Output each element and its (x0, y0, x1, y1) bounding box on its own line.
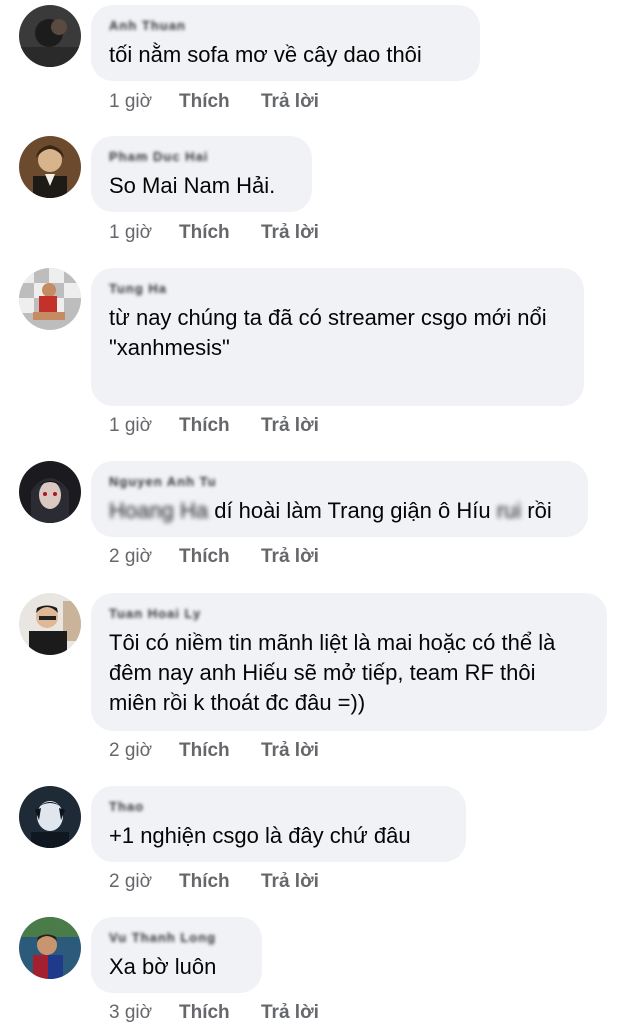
like-button[interactable]: Thích (179, 546, 261, 568)
like-button[interactable]: Thích (179, 740, 261, 762)
like-button[interactable]: Thích (179, 415, 261, 437)
comment-bubble: Nguyen Anh Tu Hoang Ha dí hoài làm Trang… (91, 461, 588, 537)
reply-button[interactable]: Trả lời (261, 1002, 319, 1024)
comment-text-part: rồi (527, 498, 552, 523)
commenter-name[interactable]: Anh Thuan (109, 18, 186, 34)
comment-actions: 1 giờ Thích Trả lời (109, 91, 319, 115)
comment-actions: 1 giờ Thích Trả lời (109, 415, 319, 439)
commenter-name[interactable]: Tung Ha (109, 281, 167, 297)
comment-time[interactable]: 1 giờ (109, 222, 179, 244)
comment-actions: 2 giờ Thích Trả lời (109, 871, 319, 895)
avatar[interactable] (19, 786, 81, 848)
reply-button[interactable]: Trả lời (261, 222, 319, 244)
comment-bubble: Thao +1 nghiện csgo là đây chứ đâu (91, 786, 466, 862)
comment-bubble: Tuan Hoai Ly Tôi có niềm tin mãnh liệt l… (91, 593, 607, 731)
comment-time[interactable]: 1 giờ (109, 415, 179, 437)
user-avatar-icon (19, 786, 81, 848)
comment-time[interactable]: 3 giờ (109, 1002, 179, 1024)
comment-text: Hoang Ha dí hoài làm Trang giận ô Híu ru… (109, 496, 570, 526)
avatar[interactable] (19, 917, 81, 979)
like-button[interactable]: Thích (179, 91, 261, 113)
like-button[interactable]: Thích (179, 871, 261, 893)
comment-actions: 2 giờ Thích Trả lời (109, 740, 319, 764)
comment-bubble: Pham Duc Hai So Mai Nam Hải. (91, 136, 312, 212)
comment-text: Xa bờ luôn (109, 954, 217, 979)
commenter-name[interactable]: Pham Duc Hai (109, 149, 208, 165)
comment-time[interactable]: 2 giờ (109, 740, 179, 762)
commenter-name[interactable]: Thao (109, 799, 144, 815)
comment-bubble: Anh Thuan tối nằm sofa mơ về cây dao thô… (91, 5, 480, 81)
reply-button[interactable]: Trả lời (261, 415, 319, 437)
like-button[interactable]: Thích (179, 1002, 261, 1024)
commenter-name[interactable]: Vu Thanh Long (109, 930, 216, 946)
reply-button[interactable]: Trả lời (261, 740, 319, 762)
user-avatar-icon (19, 593, 81, 655)
comment-actions: 1 giờ Thích Trả lời (109, 222, 319, 246)
reply-button[interactable]: Trả lời (261, 546, 319, 568)
user-avatar-icon (19, 5, 81, 67)
user-avatar-icon (19, 917, 81, 979)
comment-text: từ nay chúng ta đã có streamer csgo mới … (109, 305, 547, 360)
reply-button[interactable]: Trả lời (261, 91, 319, 113)
user-avatar-icon (19, 268, 81, 330)
comment-bubble: Vu Thanh Long Xa bờ luôn (91, 917, 262, 993)
comment-time[interactable]: 2 giờ (109, 871, 179, 893)
like-button[interactable]: Thích (179, 222, 261, 244)
tagged-name[interactable]: Hoang Ha (109, 498, 208, 523)
user-avatar-icon (19, 136, 81, 198)
comment-time[interactable]: 2 giờ (109, 546, 179, 568)
avatar[interactable] (19, 593, 81, 655)
avatar[interactable] (19, 136, 81, 198)
comment-bubble: Tung Ha từ nay chúng ta đã có streamer c… (91, 268, 584, 406)
comment-text: So Mai Nam Hải. (109, 173, 276, 198)
avatar[interactable] (19, 268, 81, 330)
blurred-word: rui (496, 498, 522, 523)
comment-text-part: dí hoài làm Trang giận ô Híu (214, 498, 491, 523)
comment-text: tối nằm sofa mơ về cây dao thôi (109, 42, 422, 67)
comment-actions: 3 giờ Thích Trả lời (109, 1002, 319, 1026)
avatar[interactable] (19, 5, 81, 67)
user-avatar-icon (19, 461, 81, 523)
comment-actions: 2 giờ Thích Trả lời (109, 546, 319, 570)
comment-text: Tôi có niềm tin mãnh liệt là mai hoặc có… (109, 630, 562, 715)
comment-text: +1 nghiện csgo là đây chứ đâu (109, 823, 411, 848)
commenter-name[interactable]: Nguyen Anh Tu (109, 474, 217, 490)
commenter-name[interactable]: Tuan Hoai Ly (109, 606, 201, 622)
avatar[interactable] (19, 461, 81, 523)
reply-button[interactable]: Trả lời (261, 871, 319, 893)
comment-time[interactable]: 1 giờ (109, 91, 179, 113)
